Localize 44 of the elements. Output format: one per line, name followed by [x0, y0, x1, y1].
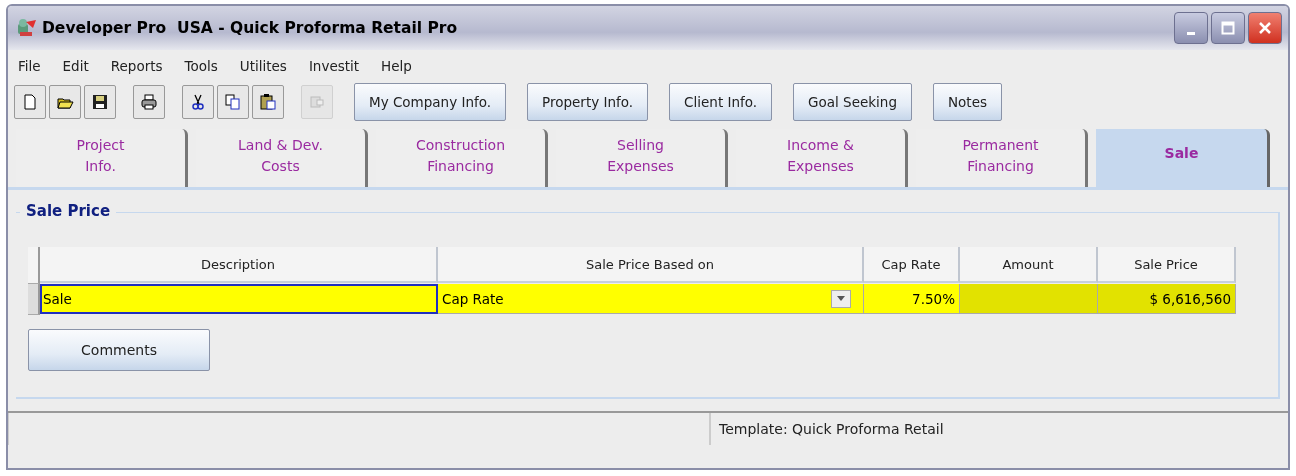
maximize-button[interactable] — [1211, 12, 1245, 44]
table-cell[interactable]: 7.50% — [864, 284, 960, 314]
column-header: Sale Price Based on — [438, 247, 864, 283]
toolbar-button[interactable] — [84, 85, 116, 119]
menu-item[interactable]: Investit — [308, 58, 360, 74]
window-title: Developer Pro USA - Quick Proforma Retail Pro — [42, 19, 459, 37]
clipboard-icon — [259, 93, 277, 111]
column-header: Description — [40, 247, 438, 283]
minimize-icon — [1187, 31, 1195, 35]
toolbar-text-button[interactable]: Goal Seeking — [793, 83, 912, 121]
toolbar-text-button[interactable]: Client Info. — [669, 83, 773, 121]
menu-item[interactable]: Utilites — [239, 58, 287, 74]
comments-button[interactable]: Comments — [28, 329, 210, 371]
menu-item[interactable]: Help — [381, 58, 412, 74]
minimize-button[interactable] — [1174, 12, 1208, 44]
toolbar-button[interactable] — [49, 85, 81, 119]
copy-icon — [224, 93, 242, 111]
scissors-icon — [189, 93, 207, 111]
tab[interactable]: Sale — [1096, 129, 1270, 187]
status-text: Template: Quick Proforma Retail — [718, 420, 945, 439]
toolbar-button[interactable] — [133, 85, 165, 119]
printer-icon — [140, 93, 158, 111]
maximize-icon — [1221, 21, 1235, 35]
column-header: Sale Price — [1098, 247, 1236, 283]
window-icon — [308, 93, 326, 111]
toolbar-text-button[interactable]: Notes — [933, 83, 1002, 121]
new-file-icon — [21, 93, 39, 111]
column-header: Amount — [960, 247, 1098, 283]
menu-item[interactable]: Reports — [110, 58, 163, 74]
dropdown-cell[interactable]: Cap Rate — [438, 284, 864, 314]
toolbar-text-button[interactable]: Property Info. — [527, 83, 649, 121]
toolbar-button[interactable] — [252, 85, 284, 119]
menu-item[interactable]: Tools — [184, 58, 218, 74]
close-icon — [1258, 21, 1272, 35]
table-cell[interactable]: Sale — [40, 284, 438, 314]
table-cell: $ 6,616,560 — [1098, 284, 1236, 314]
close-button[interactable] — [1248, 12, 1282, 44]
row-header — [28, 284, 40, 315]
menu-item[interactable]: File — [18, 58, 41, 74]
menu-item[interactable]: Edit — [62, 58, 89, 74]
app-logo-icon — [16, 18, 38, 38]
toolbar-text-button[interactable]: My Company Info. — [354, 83, 507, 121]
column-header: Cap Rate — [864, 247, 960, 283]
toolbar-button[interactable] — [182, 85, 214, 119]
